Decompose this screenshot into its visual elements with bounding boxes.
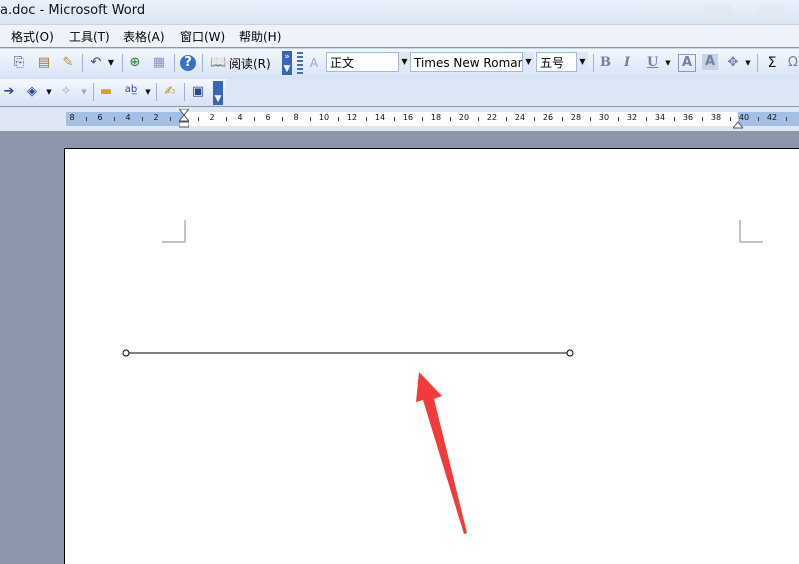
margin-mark-left xyxy=(162,220,186,243)
margin-mark-right xyxy=(739,220,763,243)
line-handle-start xyxy=(122,349,130,357)
annotation-arrow xyxy=(416,372,467,534)
page-overlay xyxy=(122,220,763,534)
line-handle-end xyxy=(566,349,574,357)
